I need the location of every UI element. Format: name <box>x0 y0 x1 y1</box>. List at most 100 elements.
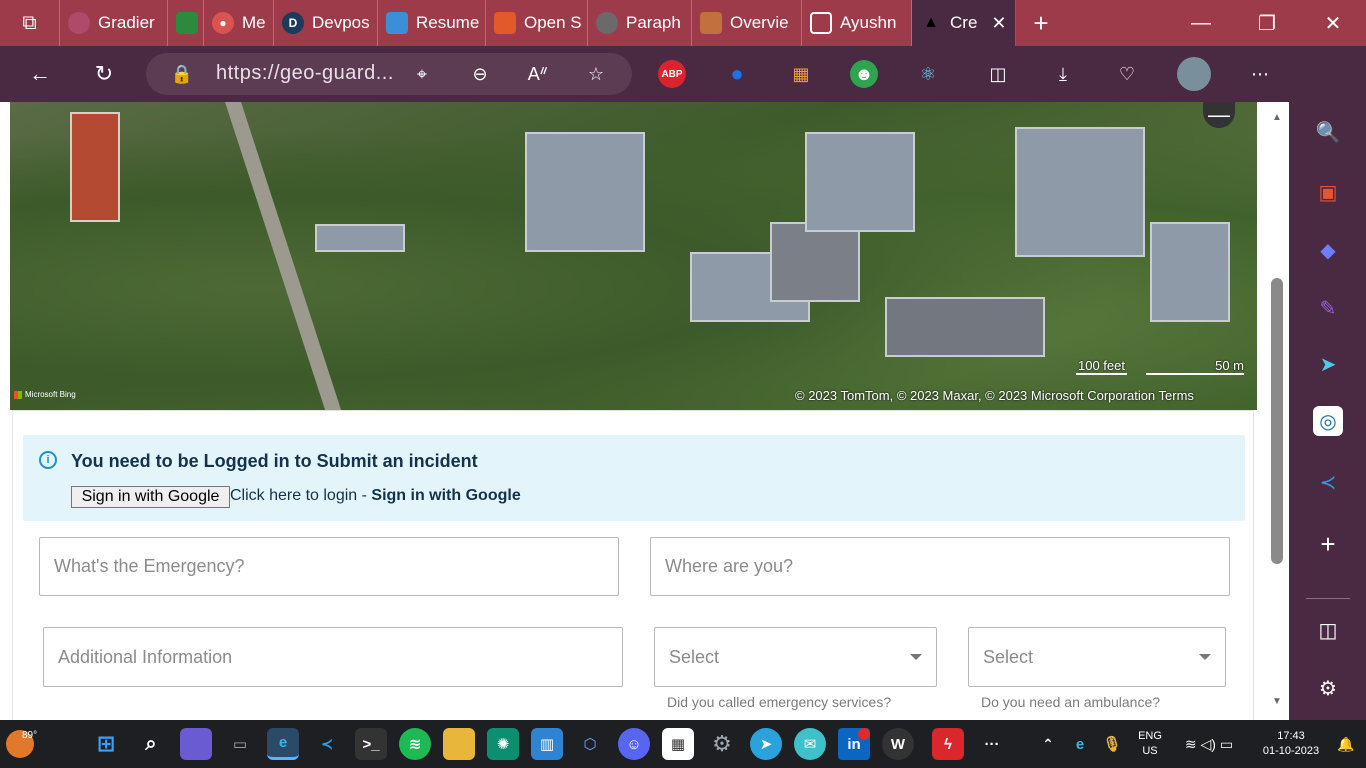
tray-chevron-icon[interactable]: ⌃ <box>1032 728 1064 760</box>
spotify-icon[interactable]: ≋ <box>399 728 431 760</box>
map-building <box>885 297 1045 357</box>
adblock-icon[interactable]: ABP <box>658 60 686 88</box>
task-view-icon[interactable]: ▭ <box>224 728 256 760</box>
add-icon[interactable]: + <box>1310 526 1346 562</box>
tab-devpost[interactable]: D Devpos <box>274 0 378 46</box>
android-extension-icon[interactable]: ☻ <box>850 60 878 88</box>
language-indicator[interactable]: ENG US <box>1134 729 1166 759</box>
network-volume-battery-icons[interactable]: ≋ ◁) ▭ <box>1174 728 1244 760</box>
google-signin-link[interactable]: Sign in with Google <box>371 487 520 504</box>
send-icon[interactable]: ➤ <box>1310 346 1346 382</box>
chatgpt-icon[interactable]: ✺ <box>487 728 519 760</box>
read-aloud-icon[interactable]: Aᐥ <box>524 60 552 88</box>
split-screen-icon[interactable]: ◫ <box>984 60 1012 88</box>
vscode-icon[interactable]: ≺ <box>1310 464 1346 500</box>
microsoft-logo-icon <box>14 390 22 399</box>
new-tab-button[interactable]: + <box>1016 0 1066 46</box>
copilot-icon[interactable]: ◆ <box>1310 232 1346 268</box>
tab-create-active[interactable]: ▲ Cre ✕ <box>912 0 1016 46</box>
designer-icon[interactable]: ✎ <box>1310 290 1346 326</box>
settings-taskbar-icon[interactable]: ⚙ <box>706 728 738 760</box>
zoom-out-button[interactable]: — <box>1203 102 1235 128</box>
map-building <box>70 112 120 222</box>
location-icon[interactable]: ⌖ <box>408 60 436 88</box>
search-taskbar-icon[interactable]: ⌕ <box>135 728 167 760</box>
telegram-icon[interactable]: ➤ <box>750 728 782 760</box>
start-icon[interactable]: ⊞ <box>90 728 122 760</box>
virtualbox-icon[interactable]: ⬡ <box>574 728 606 760</box>
settings-icon[interactable]: ⚙ <box>1310 670 1346 706</box>
shopping-icon[interactable]: ▦ <box>787 60 815 88</box>
tab-meet[interactable] <box>168 0 204 46</box>
clock[interactable]: 17:43 01-10-2023 <box>1252 729 1330 759</box>
microphone-icon[interactable]: 🎙 <box>1096 728 1128 760</box>
tab-overview[interactable]: Overvie <box>692 0 802 46</box>
edge-tray-icon[interactable]: e <box>1064 728 1096 760</box>
tab-favicon <box>68 12 90 34</box>
tab-ayushman[interactable]: Ayushn <box>802 0 912 46</box>
scale-feet: 100 feet <box>1076 358 1127 375</box>
scroll-up-icon[interactable]: ▲ <box>1272 112 1282 123</box>
scroll-down-icon[interactable]: ▼ <box>1272 696 1282 707</box>
lock-icon[interactable]: 🔒 <box>168 60 196 88</box>
tab-open-source[interactable]: Open S <box>486 0 588 46</box>
back-button[interactable]: ← <box>20 46 60 102</box>
mail-icon[interactable]: ✉ <box>794 728 826 760</box>
tab-label: Cre <box>950 13 978 32</box>
google-signin-button[interactable]: Sign in with Google <box>71 486 230 508</box>
map-building <box>1150 222 1230 322</box>
tab-resume[interactable]: Resume <box>378 0 486 46</box>
profile-avatar[interactable] <box>1177 57 1211 91</box>
emergency-services-select[interactable]: Select <box>654 627 937 687</box>
ambulance-select[interactable]: Select <box>968 627 1226 687</box>
bing-logo: Microsoft Bing <box>14 390 76 399</box>
file-explorer-icon[interactable] <box>443 728 475 760</box>
ambulance-hint: Do you need an ambulance? <box>981 694 1161 710</box>
close-tab-icon[interactable]: ✕ <box>991 13 1006 34</box>
refresh-button[interactable]: ↻ <box>84 46 124 102</box>
browser-essentials-icon[interactable]: ♡ <box>1113 60 1141 88</box>
overflow-icon[interactable]: ··· <box>976 728 1008 760</box>
more-menu-icon[interactable]: ⋯ <box>1246 60 1274 88</box>
map-attribution[interactable]: © 2023 TomTom, © 2023 Maxar, © 2023 Micr… <box>795 388 1194 403</box>
maximize-button[interactable]: ❐ <box>1234 0 1300 46</box>
emergency-input[interactable]: What's the Emergency? <box>39 537 619 596</box>
map-road <box>225 102 342 410</box>
location-input[interactable]: Where are you? <box>650 537 1230 596</box>
copilot-taskbar-icon[interactable] <box>180 728 212 760</box>
split-screen-icon[interactable]: ◫ <box>1310 612 1346 648</box>
tab-paraphrase[interactable]: Paraph <box>588 0 692 46</box>
notifications-bell-icon[interactable]: 🔔 <box>1330 728 1362 760</box>
tab-favicon <box>386 12 408 34</box>
vscode-taskbar-icon[interactable]: ≺ <box>311 728 343 760</box>
download-icon[interactable]: ⤓ <box>1049 60 1077 88</box>
search-extension-icon[interactable]: ● <box>723 60 751 88</box>
favorite-star-icon[interactable]: ☆ <box>582 60 610 88</box>
satellite-map[interactable]: — 100 feet 50 m © 2023 TomTom, © 2023 Ma… <box>10 102 1257 410</box>
map-building <box>1015 127 1145 257</box>
dropdown-arrow-icon <box>1199 654 1211 660</box>
close-window-button[interactable]: ✕ <box>1300 0 1366 46</box>
info-icon: i <box>39 451 57 469</box>
weather-temp[interactable]: 89° <box>22 728 37 743</box>
trello-icon[interactable]: ▥ <box>531 728 563 760</box>
terminal-icon[interactable]: >_ <box>355 728 387 760</box>
zoom-icon[interactable]: ⊖ <box>466 60 494 88</box>
url-text[interactable]: https://geo-guard... <box>216 62 394 85</box>
minimize-button[interactable]: — <box>1168 0 1234 46</box>
wolfram-icon[interactable]: W <box>882 728 914 760</box>
shield-icon[interactable]: ◎ <box>1313 406 1343 436</box>
briefcase-icon[interactable]: ▣ <box>1310 174 1346 210</box>
discord-icon[interactable]: ☺ <box>618 728 650 760</box>
region-code: US <box>1142 745 1158 757</box>
tab-me[interactable]: ● Me <box>204 0 274 46</box>
store-icon[interactable]: ▦ <box>662 728 694 760</box>
edge-taskbar-icon[interactable]: e <box>267 728 299 760</box>
flash-app-icon[interactable]: ϟ <box>932 728 964 760</box>
additional-info-input[interactable]: Additional Information <box>43 627 623 687</box>
search-icon[interactable]: 🔍 <box>1310 114 1346 150</box>
tab-gradient[interactable]: Gradier <box>60 0 168 46</box>
react-devtools-icon[interactable]: ⚛ <box>914 60 942 88</box>
scrollbar-thumb[interactable] <box>1271 278 1283 564</box>
workspaces-button[interactable]: ⧉ <box>0 0 60 46</box>
